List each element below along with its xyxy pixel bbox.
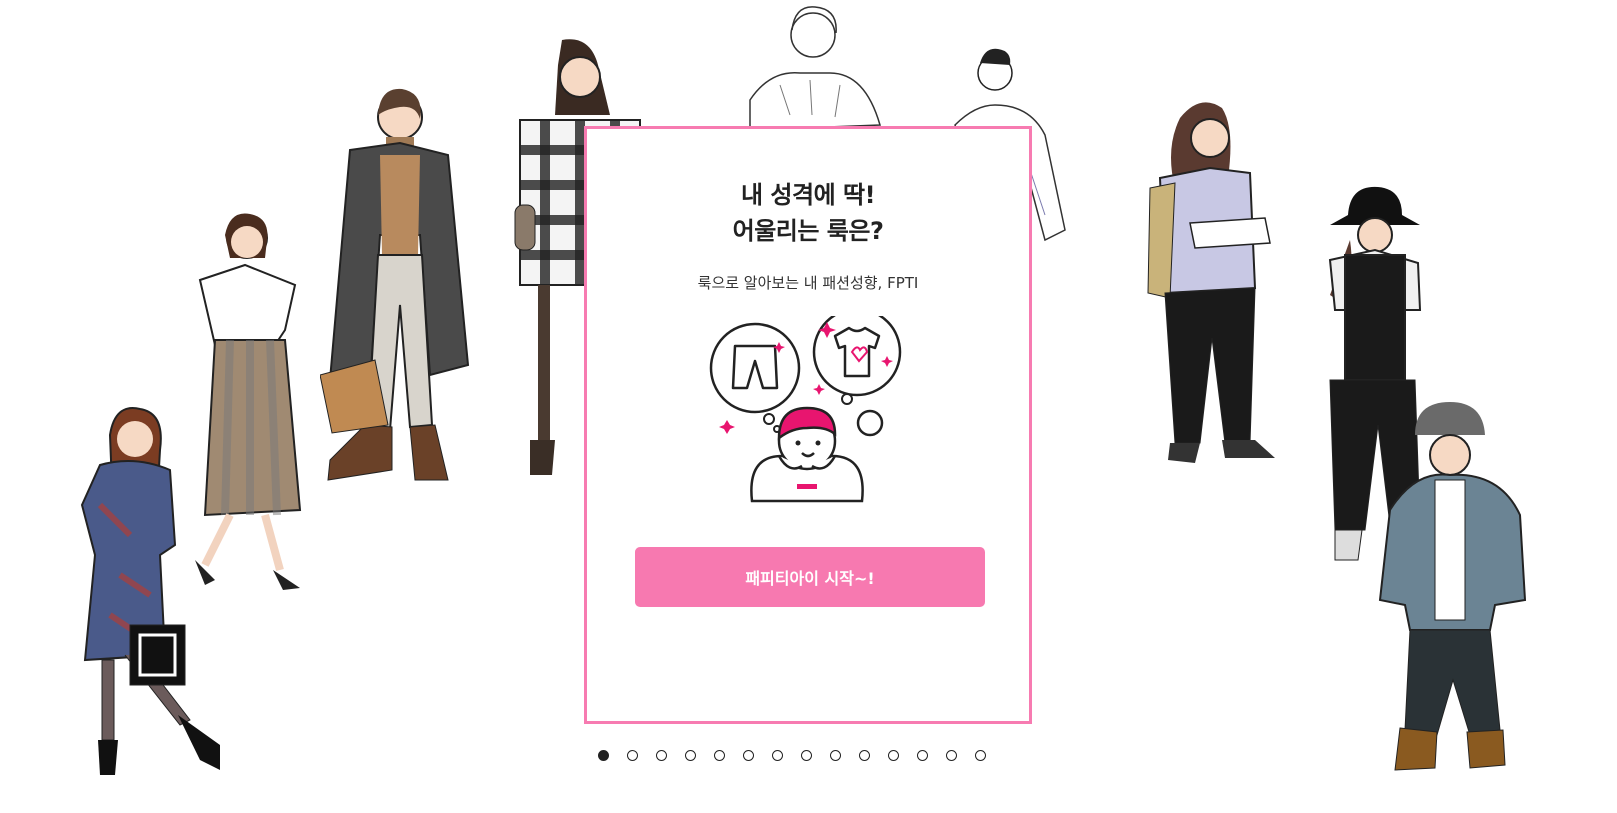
fashion-figure-reading-book: [1147, 102, 1275, 463]
pagination-dot-2[interactable]: [627, 750, 638, 761]
pagination-dot-14[interactable]: [975, 750, 986, 761]
pagination-dot-1[interactable]: [598, 750, 609, 761]
fashion-figure-sketch-blouse: [749, 6, 881, 131]
card-title-line1: 내 성격에 딱!: [740, 181, 876, 209]
pagination-dot-7[interactable]: [772, 750, 783, 761]
thinking-person-clothes-icon: [709, 316, 902, 503]
fpti-intro-card: 내 성격에 딱! 어울리는 룩은? 룩으로 알아보는 내 패션성향, FPTI: [584, 126, 1032, 724]
start-fpti-button[interactable]: 패피티아이 시작~!: [635, 547, 985, 607]
pagination-dot-4[interactable]: [685, 750, 696, 761]
onboarding-stage: 내 성격에 딱! 어울리는 룩은? 룩으로 알아보는 내 패션성향, FPTI: [0, 0, 1617, 813]
pagination-dot-6[interactable]: [743, 750, 754, 761]
pagination-dot-12[interactable]: [917, 750, 928, 761]
fashion-figure-striped-skirt: [195, 213, 302, 590]
pagination-dot-3[interactable]: [656, 750, 667, 761]
card-title: 내 성격에 딱! 어울리는 룩은?: [587, 177, 1029, 249]
fashion-figure-beanie-jacket: [1378, 402, 1527, 771]
card-subtitle: 룩으로 알아보는 내 패션성향, FPTI: [697, 274, 919, 292]
carousel-pagination: [598, 750, 986, 761]
card-title-line2: 어울리는 룩은?: [732, 217, 884, 245]
pagination-dot-5[interactable]: [714, 750, 725, 761]
pagination-dot-11[interactable]: [888, 750, 899, 761]
pagination-dot-10[interactable]: [859, 750, 870, 761]
pagination-dot-8[interactable]: [801, 750, 812, 761]
pagination-dot-9[interactable]: [830, 750, 841, 761]
fashion-figure-long-coat: [320, 88, 470, 481]
pagination-dot-13[interactable]: [946, 750, 957, 761]
